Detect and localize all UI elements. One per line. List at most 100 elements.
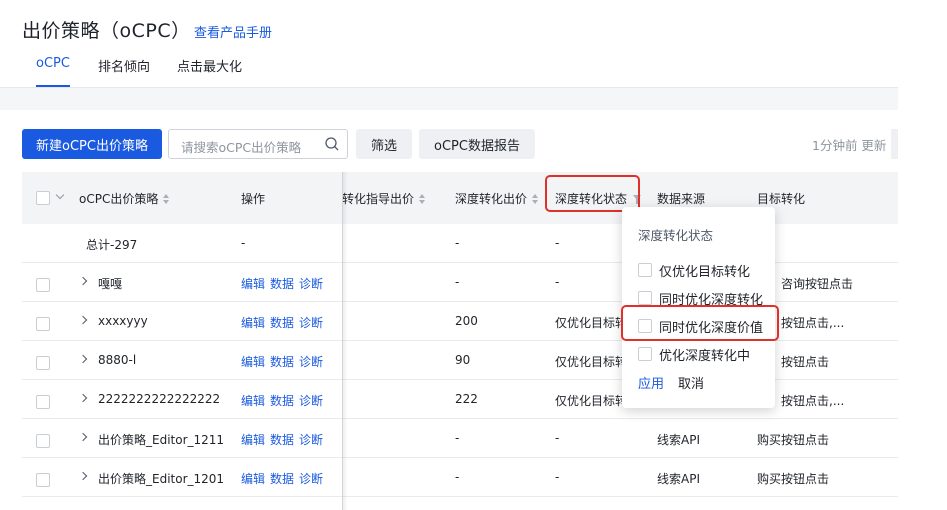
sort-icon[interactable]: [419, 194, 426, 205]
search-icon[interactable]: [324, 136, 340, 152]
row-checkbox[interactable]: [36, 395, 50, 409]
option-checkbox[interactable]: [638, 347, 652, 361]
data-link[interactable]: 数据: [270, 431, 294, 448]
strategy-name: 2222222222222222: [98, 392, 221, 406]
diagnose-link[interactable]: 诊断: [299, 392, 323, 409]
column-name-label: oCPC出价策略: [79, 192, 159, 206]
data-link[interactable]: 数据: [270, 353, 294, 370]
search-input[interactable]: 请搜索oCPC出价策略: [168, 129, 348, 159]
chevron-right-icon[interactable]: [78, 393, 88, 403]
update-time-text: 1分钟前 更新: [812, 138, 887, 153]
target-value: 按钮点击,...: [781, 316, 845, 330]
data-link[interactable]: 数据: [270, 275, 294, 292]
target-value: 购买按钮点击: [757, 472, 830, 486]
diagnose-link[interactable]: 诊断: [299, 353, 323, 370]
page-title: 出价策略（oCPC）: [22, 20, 191, 42]
cancel-button[interactable]: 取消: [678, 373, 704, 392]
deep-bid-value: 200: [455, 314, 478, 328]
deep-status-value: -: [555, 470, 560, 484]
data-link[interactable]: 数据: [270, 392, 294, 409]
data-source-value: 线索API: [657, 472, 700, 486]
refresh-button[interactable]: [891, 129, 898, 159]
ocpc-report-button[interactable]: oCPC数据报告: [419, 129, 535, 159]
chevron-right-icon[interactable]: [78, 471, 88, 481]
edit-link[interactable]: 编辑: [241, 314, 265, 331]
strategy-name: 出价策略_Editor_1211: [98, 433, 225, 447]
tab-ocpc[interactable]: oCPC: [36, 56, 70, 71]
row-checkbox[interactable]: [36, 317, 50, 331]
deep-bid-value: 222: [455, 392, 478, 406]
chevron-right-icon[interactable]: [78, 354, 88, 364]
data-link[interactable]: 数据: [270, 314, 294, 331]
edit-link[interactable]: 编辑: [241, 431, 265, 448]
column-header-name[interactable]: oCPC出价策略: [79, 190, 170, 207]
total-deep-bid: -: [455, 236, 460, 250]
option-checkbox[interactable]: [638, 291, 652, 305]
strategy-name: xxxxyyy: [98, 314, 148, 328]
new-strategy-button[interactable]: 新建oCPC出价策略: [22, 129, 162, 159]
tab-click-maximize[interactable]: 点击最大化: [177, 56, 242, 75]
dropdown-title: 深度转化状态: [638, 228, 714, 243]
filter-button[interactable]: 筛选: [356, 129, 412, 159]
deep-bid-value: 90: [455, 353, 471, 367]
row-checkbox[interactable]: [36, 278, 50, 292]
deep-status-value: 仅优化目标转: [555, 394, 628, 408]
edit-link[interactable]: 编辑: [241, 275, 265, 292]
column-header-actions: 操作: [241, 192, 266, 206]
data-link[interactable]: 数据: [270, 470, 294, 487]
filter-option[interactable]: 优化深度转化中: [638, 343, 773, 365]
toolbar: 新建oCPC出价策略 请搜索oCPC出价策略 筛选 oCPC数据报告 1分钟前 …: [0, 110, 898, 172]
strategy-name: 8880-l: [98, 353, 137, 367]
chevron-down-icon[interactable]: [55, 190, 65, 200]
diagnose-link[interactable]: 诊断: [299, 470, 323, 487]
column-deep-bid-label: 深度转化出价: [455, 192, 528, 206]
column-header-deep-bid[interactable]: 深度转化出价: [455, 190, 539, 207]
table-row: 出价策略_Editor_1201 编辑 数据 诊断 - - 线索API 购买按钮…: [22, 458, 898, 497]
option-label: 仅优化目标转化: [659, 265, 751, 280]
select-all-checkbox[interactable]: [36, 191, 50, 205]
option-label: 优化深度转化中: [659, 349, 751, 364]
diagnose-link[interactable]: 诊断: [299, 275, 323, 292]
deep-status-value: 仅优化目标转: [555, 355, 628, 369]
deep-status-value: -: [555, 275, 560, 289]
edit-link[interactable]: 编辑: [241, 392, 265, 409]
option-highlight-box: [621, 305, 779, 341]
total-label: 总计-297: [86, 238, 138, 252]
search-placeholder: 请搜索oCPC出价策略: [181, 140, 302, 155]
section-gap: [0, 88, 898, 110]
row-checkbox[interactable]: [36, 473, 50, 487]
column-header-guide-bid[interactable]: 转化指导出价: [342, 190, 432, 207]
deep-bid-value: -: [455, 275, 460, 289]
sort-icon[interactable]: [532, 194, 539, 205]
target-value: 咨询按钮点击: [781, 277, 854, 291]
target-value: 按钮点击,...: [781, 394, 845, 408]
row-checkbox[interactable]: [36, 434, 50, 448]
chevron-right-icon[interactable]: [78, 276, 88, 286]
edit-link[interactable]: 编辑: [241, 353, 265, 370]
apply-button[interactable]: 应用: [638, 373, 664, 392]
product-manual-link[interactable]: 查看产品手册: [194, 22, 272, 41]
deep-bid-value: -: [455, 431, 460, 445]
total-deep-status: -: [555, 236, 560, 250]
column-header-target: 目标转化: [757, 192, 806, 206]
total-actions: -: [241, 236, 246, 250]
deep-status-value: 仅优化目标转: [555, 316, 628, 330]
option-checkbox[interactable]: [638, 263, 652, 277]
tab-ranking-preference[interactable]: 排名倾向: [98, 56, 150, 75]
sort-icon[interactable]: [163, 194, 170, 205]
table-row: 出价策略_Editor_1211 编辑 数据 诊断 - - 线索API 购买按钮…: [22, 419, 898, 458]
edit-link[interactable]: 编辑: [241, 470, 265, 487]
target-value: 购买按钮点击: [757, 433, 830, 447]
column-guide-bid-label: 转化指导出价: [342, 192, 415, 206]
filter-option[interactable]: 仅优化目标转化: [638, 259, 773, 281]
chevron-right-icon[interactable]: [78, 432, 88, 442]
active-tab-indicator: [36, 85, 70, 87]
diagnose-link[interactable]: 诊断: [299, 431, 323, 448]
deep-bid-value: -: [455, 470, 460, 484]
strategy-name: 嘎嘎: [98, 277, 123, 291]
diagnose-link[interactable]: 诊断: [299, 314, 323, 331]
strategy-name: 出价策略_Editor_1201: [98, 472, 225, 486]
row-checkbox[interactable]: [36, 356, 50, 370]
target-value: 按钮点击: [781, 355, 830, 369]
chevron-right-icon[interactable]: [78, 315, 88, 325]
